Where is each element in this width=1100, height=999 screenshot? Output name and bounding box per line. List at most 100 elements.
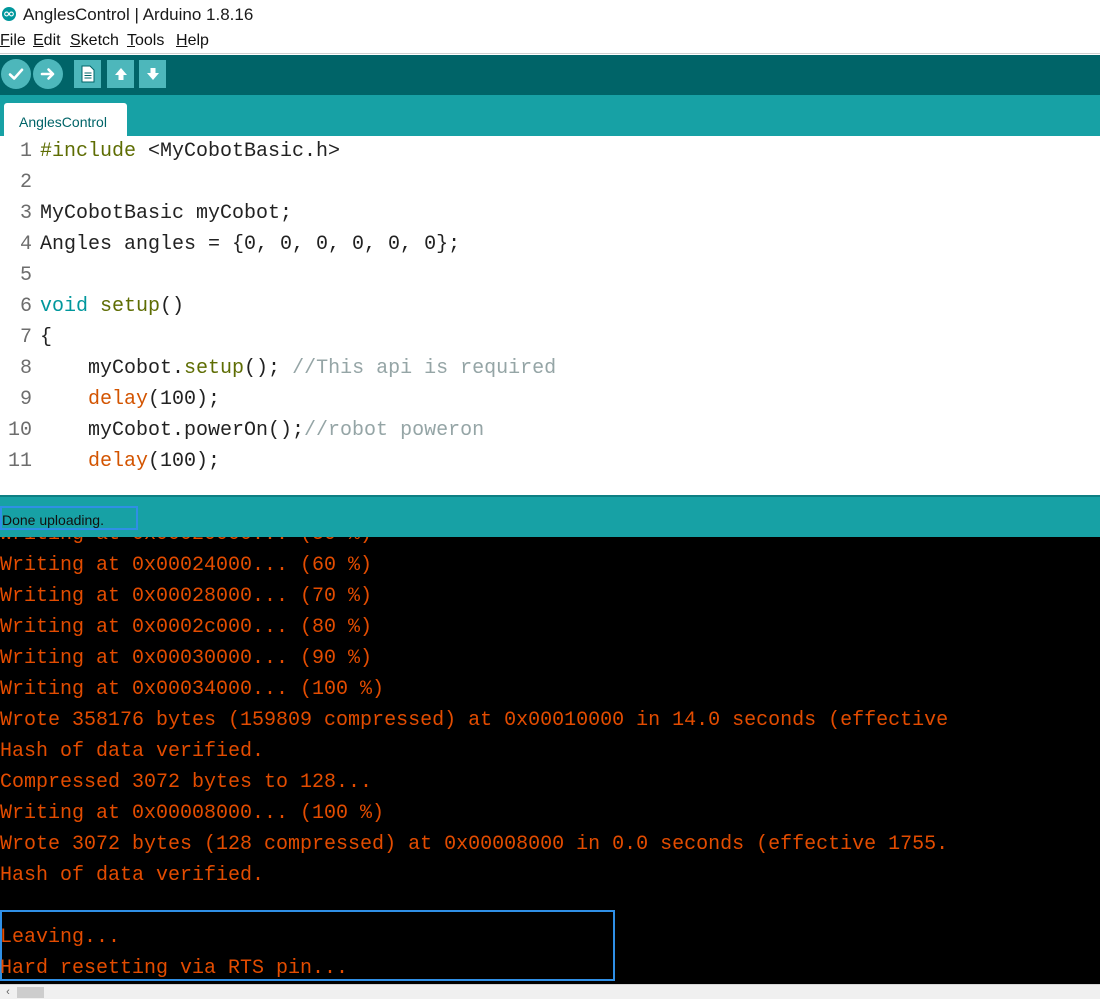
tab-anglescontrol[interactable]: AnglesControl [4, 103, 127, 136]
console-line: Writing at 0x00024000... (60 %) [0, 554, 373, 577]
menu-sketch-label: ketch [80, 32, 119, 49]
line-number: 11 [7, 450, 32, 473]
code-token: myCobot.powerOn(); [40, 419, 305, 442]
code-line: 4 Angles angles = {0, 0, 0, 0, 0, 0}; [0, 233, 1100, 264]
arduino-logo-icon [2, 7, 16, 21]
code-line: 5 [0, 264, 1100, 295]
code-token: delay [88, 450, 149, 473]
code-line: 1 #include <MyCobotBasic.h> [0, 140, 1100, 171]
tab-label: AnglesControl [19, 114, 107, 130]
code-text: #include <MyCobotBasic.h> [40, 140, 340, 163]
code-token: MyCobotBasic myCobot; [40, 202, 293, 225]
console-line: Compressed 3072 bytes to 128... [0, 771, 373, 794]
menu-tools-mnemonic: T [127, 32, 135, 49]
line-number: 4 [19, 233, 32, 256]
code-token: //This api is required [292, 357, 557, 380]
menu-file-label: ile [9, 32, 26, 49]
arrow-down-icon [146, 68, 159, 80]
menu-help-mnemonic: H [176, 32, 188, 49]
line-number: 5 [19, 264, 32, 287]
console-line: Wrote 3072 bytes (128 compressed) at 0x0… [0, 833, 949, 856]
code-token: Angles angles = {0, 0, 0, 0, 0, 0}; [40, 233, 461, 256]
line-number: 8 [19, 357, 32, 380]
menu-edit[interactable]: Edit [33, 32, 61, 50]
console-line: Writing at 0x00020000... (50 %) [0, 537, 372, 554]
console-line: Hard resetting via RTS pin... [0, 957, 349, 980]
menu-sketch[interactable]: Sketch [70, 32, 119, 50]
menu-tools[interactable]: Tools [127, 32, 164, 50]
upload-button[interactable] [33, 59, 63, 89]
code-line: 6 void setup() [0, 295, 1100, 326]
code-token: setup [100, 295, 161, 318]
line-number: 1 [19, 140, 32, 163]
tab-strip: AnglesControl [0, 95, 1100, 136]
arrow-right-icon [40, 68, 55, 80]
verify-button[interactable] [1, 59, 31, 89]
code-token: { [40, 326, 53, 349]
document-icon [81, 65, 94, 83]
line-number: 10 [7, 419, 32, 442]
code-token: delay [88, 388, 149, 411]
code-token: #include [40, 140, 137, 163]
scrollbar-thumb[interactable] [17, 987, 44, 998]
open-sketch-button[interactable] [107, 60, 134, 88]
code-token: (100); [148, 388, 221, 411]
line-number: 9 [19, 388, 32, 411]
console-line: Writing at 0x00030000... (90 %) [0, 647, 373, 670]
code-line: 2 [0, 171, 1100, 202]
code-token: void [40, 295, 89, 318]
console-line: Hash of data verified. [0, 864, 265, 887]
status-message: Done uploading. [2, 512, 104, 528]
menu-edit-label: dit [43, 32, 61, 49]
code-line: 3 MyCobotBasic myCobot; [0, 202, 1100, 233]
menu-file-mnemonic: F [0, 32, 10, 49]
code-line: 11 delay(100); [0, 450, 1100, 481]
code-text: Angles angles = {0, 0, 0, 0, 0, 0}; [40, 233, 460, 256]
code-text: delay(100); [40, 450, 220, 473]
code-text: myCobot.powerOn();//robot poweron [40, 419, 484, 442]
console-line: Writing at 0x00008000... (100 %) [0, 802, 385, 825]
code-line: 7{ [0, 326, 1100, 357]
arrow-up-icon [114, 68, 127, 80]
horizontal-scrollbar[interactable]: ‹ [0, 984, 1100, 999]
check-icon [8, 68, 24, 80]
code-token: (100); [148, 450, 221, 473]
console-line: Writing at 0x00034000... (100 %) [0, 678, 385, 701]
console-line: Hash of data verified. [0, 740, 265, 763]
console-line: Wrote 358176 bytes (159809 compressed) a… [0, 709, 949, 732]
menu-sketch-mnemonic: S [70, 32, 81, 49]
code-text: void setup() [40, 295, 184, 318]
code-line: 10 myCobot.powerOn();//robot poweron [0, 419, 1100, 450]
console-line: Writing at 0x0002c000... (80 %) [0, 616, 373, 639]
scroll-left-icon[interactable]: ‹ [0, 985, 16, 999]
code-text: delay(100); [40, 388, 220, 411]
menu-edit-mnemonic: E [33, 32, 44, 49]
menu-help[interactable]: Help [176, 32, 209, 50]
toolbar [0, 55, 1100, 95]
line-number: 7 [19, 326, 32, 349]
menu-tools-label: ools [135, 32, 165, 49]
code-line: 9 delay(100); [0, 388, 1100, 419]
code-text: MyCobotBasic myCobot; [40, 202, 292, 225]
code-line: 8 myCobot.setup(); //This api is require… [0, 357, 1100, 388]
code-text: { [40, 326, 52, 349]
line-number: 2 [19, 171, 32, 194]
code-token: myCobot. [40, 357, 185, 380]
new-sketch-button[interactable] [74, 60, 101, 88]
menu-help-label: elp [187, 32, 209, 49]
status-bar: Done uploading. [0, 495, 1100, 537]
code-token: //robot poweron [304, 419, 485, 442]
menu-file[interactable]: File [0, 32, 26, 50]
code-token: (); [244, 357, 293, 380]
title-bar: AnglesControl | Arduino 1.8.16 [0, 0, 1100, 30]
save-sketch-button[interactable] [139, 60, 166, 88]
menu-bar: File Edit Sketch Tools Help [0, 30, 1100, 54]
console-line: Leaving... [0, 926, 121, 949]
console-line: Writing at 0x00028000... (70 %) [0, 585, 373, 608]
code-editor[interactable]: 1 #include <MyCobotBasic.h> 2 3 MyCobotBasic… [0, 136, 1100, 493]
console-output[interactable]: Writing at 0x00020000... (50 %)Writing a… [0, 537, 1100, 984]
code-token: <MyCobotBasic.h> [136, 140, 341, 163]
code-token: () [160, 295, 185, 318]
